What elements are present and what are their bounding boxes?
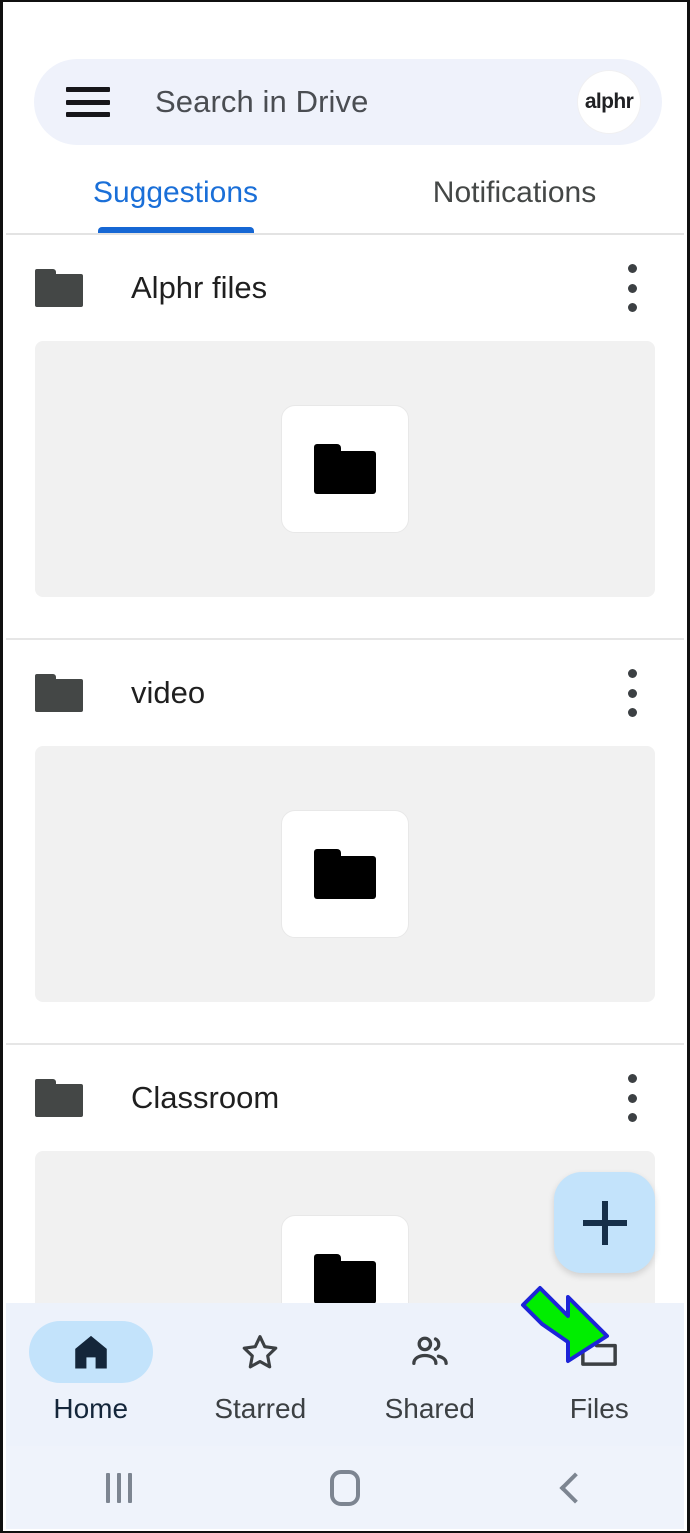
more-vertical-icon[interactable]	[612, 261, 652, 315]
file-row[interactable]: video	[6, 640, 684, 1002]
folder-icon	[314, 444, 376, 494]
search-input[interactable]: Search in Drive	[155, 84, 578, 120]
file-row-header: video	[6, 640, 684, 746]
more-vertical-icon[interactable]	[612, 1071, 652, 1125]
avatar-label: alphr	[584, 90, 634, 113]
tab-notifications-label: Notifications	[432, 176, 597, 209]
preview-tile	[281, 405, 409, 533]
file-name: Alphr files	[131, 270, 268, 305]
bottom-navigation: Home Starred Shared Files	[6, 1303, 684, 1446]
tab-bar: Suggestions Notifications	[6, 164, 684, 234]
folder-icon	[35, 674, 83, 712]
folder-outline-icon	[537, 1321, 661, 1383]
nav-item-home[interactable]: Home	[6, 1321, 176, 1425]
nav-item-starred[interactable]: Starred	[176, 1321, 346, 1425]
search-bar[interactable]: Search in Drive alphr	[34, 59, 662, 145]
file-row[interactable]: Alphr files	[6, 235, 684, 597]
more-vertical-icon[interactable]	[612, 666, 652, 720]
nav-item-starred-label: Starred	[214, 1393, 307, 1424]
preview-tile	[281, 810, 409, 938]
tab-suggestions-label: Suggestions	[92, 176, 259, 209]
tab-notifications[interactable]: Notifications	[345, 164, 684, 234]
hamburger-menu-icon[interactable]	[66, 87, 110, 117]
people-icon	[368, 1321, 492, 1383]
tab-suggestions[interactable]: Suggestions	[6, 164, 345, 234]
file-row-header: Alphr files	[6, 235, 684, 341]
search-bar-container: Search in Drive alphr	[34, 59, 662, 145]
file-name: video	[131, 675, 206, 710]
phone-screen: Search in Drive alphr Suggestions Notifi…	[0, 0, 690, 1533]
file-name: Classroom	[131, 1080, 280, 1115]
home-square-icon[interactable]	[232, 1469, 458, 1506]
file-preview[interactable]	[35, 341, 655, 597]
nav-item-shared[interactable]: Shared	[345, 1321, 515, 1425]
plus-icon	[582, 1200, 627, 1245]
nav-item-files[interactable]: Files	[515, 1321, 685, 1425]
folder-icon	[314, 849, 376, 899]
folder-icon	[35, 269, 83, 307]
nav-item-home-label: Home	[53, 1393, 129, 1424]
create-new-button[interactable]	[554, 1172, 655, 1273]
recents-icon[interactable]	[6, 1472, 232, 1503]
back-chevron-icon[interactable]	[458, 1471, 684, 1504]
folder-icon	[35, 1079, 83, 1117]
file-row-header: Classroom	[6, 1045, 684, 1151]
android-system-navigation-bar	[6, 1446, 684, 1529]
nav-item-files-label: Files	[569, 1393, 629, 1424]
avatar[interactable]: alphr	[578, 71, 640, 133]
nav-item-shared-label: Shared	[384, 1393, 475, 1424]
folder-icon	[314, 1254, 376, 1304]
star-icon	[198, 1321, 322, 1383]
home-icon	[28, 1321, 153, 1383]
file-preview[interactable]	[35, 746, 655, 1002]
